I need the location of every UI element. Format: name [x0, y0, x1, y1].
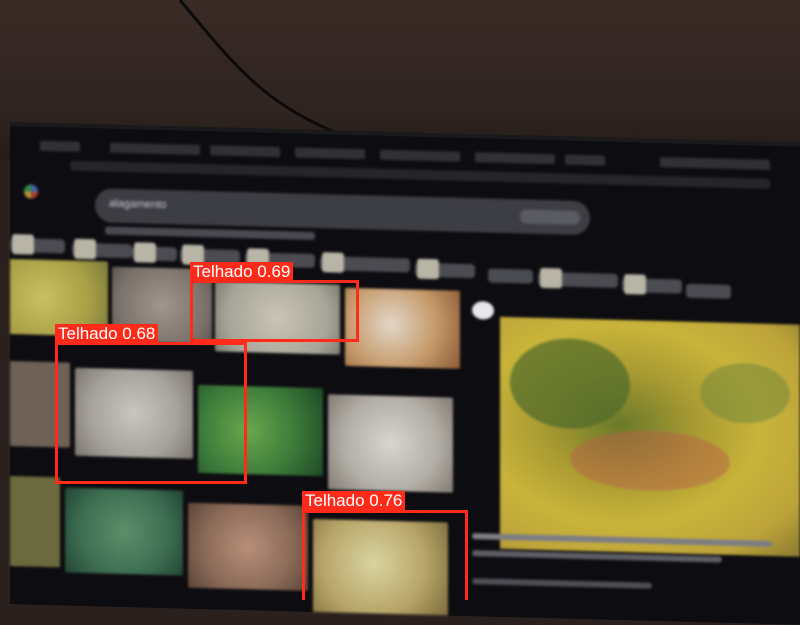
source-avatar-icon	[472, 301, 494, 320]
image-result[interactable]	[10, 475, 60, 568]
image-result[interactable]	[65, 487, 183, 576]
search-query: alagamento	[109, 197, 167, 212]
related-chip[interactable]	[686, 283, 731, 299]
detection-label: Telhado 0.68	[55, 324, 159, 343]
detection-box	[55, 342, 247, 484]
image-preview[interactable]	[500, 316, 800, 557]
google-logo-icon	[24, 184, 38, 199]
related-chip[interactable]	[320, 252, 410, 273]
related-chip[interactable]	[132, 242, 177, 263]
related-chip[interactable]	[72, 238, 132, 260]
image-result[interactable]	[328, 394, 453, 493]
image-result[interactable]	[345, 287, 460, 369]
detection-box	[190, 280, 359, 342]
preview-caption-line	[472, 578, 652, 589]
related-chip[interactable]	[488, 268, 533, 284]
search-filter-tabs[interactable]	[105, 226, 315, 240]
detection-label: Telhado 0.69	[190, 262, 294, 281]
related-chip[interactable]	[10, 234, 65, 255]
related-chip[interactable]	[538, 267, 618, 289]
image-result[interactable]	[188, 502, 308, 591]
detection-label: Telhado 0.76	[302, 491, 406, 510]
related-chip[interactable]	[622, 274, 682, 295]
search-tools-icon[interactable]	[520, 209, 580, 225]
related-chip[interactable]	[415, 258, 475, 280]
detection-box	[302, 510, 468, 600]
